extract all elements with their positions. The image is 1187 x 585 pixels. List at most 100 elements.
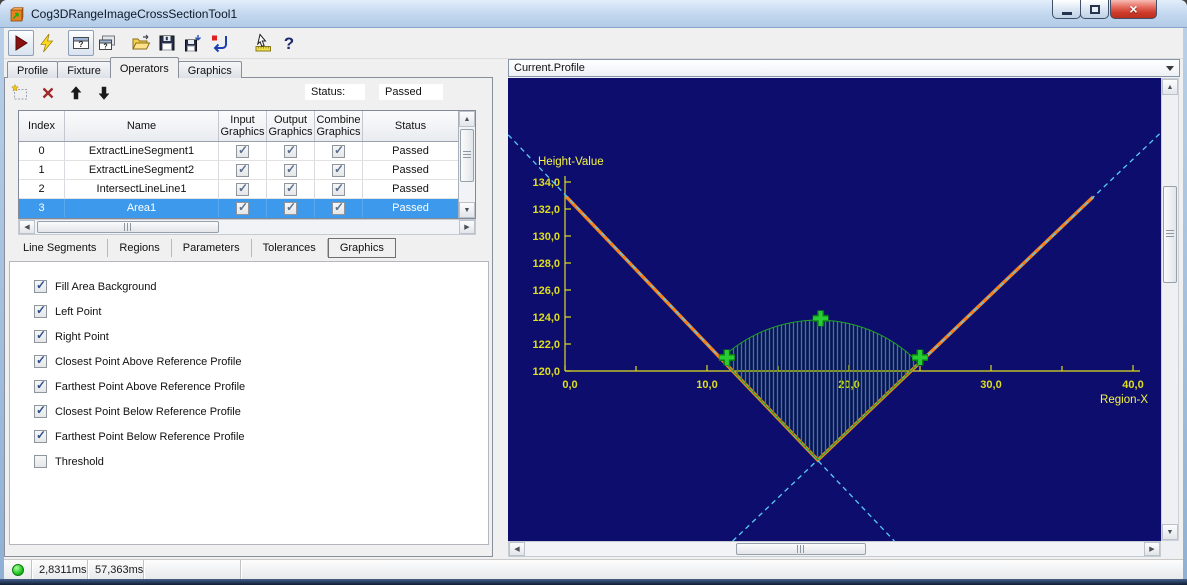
- help-button[interactable]: ?: [276, 30, 302, 56]
- subtab-graphics[interactable]: Graphics: [328, 238, 396, 258]
- checkbox[interactable]: [236, 202, 249, 215]
- tab-profile[interactable]: Profile: [7, 61, 58, 78]
- delete-operator-button[interactable]: [37, 83, 59, 103]
- reset-button[interactable]: [206, 30, 232, 56]
- checkbox[interactable]: [34, 380, 47, 393]
- svg-text:Height-Value: Height-Value: [538, 156, 604, 168]
- timing-1: 2,8311ms: [32, 560, 88, 579]
- scrollbar-thumb[interactable]: [460, 129, 474, 182]
- checkbox[interactable]: [34, 330, 47, 343]
- move-down-button[interactable]: [93, 83, 115, 103]
- minimize-button[interactable]: [1052, 0, 1081, 19]
- scrollbar-thumb[interactable]: [37, 221, 219, 233]
- save-button[interactable]: [154, 30, 180, 56]
- checkbox[interactable]: [34, 280, 47, 293]
- delete-operator-icon: [39, 84, 57, 102]
- chart-vertical-scrollbar[interactable]: ▲ ▼: [1161, 78, 1179, 541]
- cell-status: Passed: [363, 199, 458, 217]
- table-row[interactable]: 3Area1Passed: [19, 199, 458, 218]
- scroll-left-icon[interactable]: ◀: [19, 220, 35, 234]
- checkbox[interactable]: [34, 405, 47, 418]
- scroll-up-icon[interactable]: ▲: [459, 111, 475, 127]
- display-source-combo[interactable]: Current.Profile: [508, 59, 1180, 77]
- app-window: Cog3DRangeImageCrossSectionTool1 × ?: [0, 0, 1187, 585]
- checkbox[interactable]: [332, 164, 345, 177]
- cell-name: ExtractLineSegment1: [65, 142, 219, 160]
- checkbox[interactable]: [236, 164, 249, 177]
- status-bar: 2,8311ms 57,363ms: [4, 559, 1183, 579]
- checkbox[interactable]: [34, 455, 47, 468]
- tab-graphics[interactable]: Graphics: [178, 61, 242, 78]
- checkbox[interactable]: [284, 164, 297, 177]
- tab-operators[interactable]: Operators: [110, 57, 179, 78]
- column-header[interactable]: Input Graphics: [219, 111, 267, 141]
- show-results-button[interactable]: ?: [68, 30, 94, 56]
- checkbox[interactable]: [332, 183, 345, 196]
- scroll-down-icon[interactable]: ▼: [459, 202, 475, 218]
- float-results-button[interactable]: ?: [94, 30, 120, 56]
- checkbox[interactable]: [34, 430, 47, 443]
- checkbox[interactable]: [236, 183, 249, 196]
- save-as-button[interactable]: [180, 30, 206, 56]
- svg-text:122,0: 122,0: [532, 339, 560, 351]
- close-button[interactable]: ×: [1110, 0, 1157, 19]
- maximize-button[interactable]: [1080, 0, 1109, 19]
- svg-text:30,0: 30,0: [980, 379, 1001, 391]
- scroll-right-icon[interactable]: ▶: [459, 220, 475, 234]
- chevron-down-icon: [1166, 66, 1174, 75]
- column-header[interactable]: Index: [19, 111, 65, 141]
- checkbox[interactable]: [332, 202, 345, 215]
- scrollbar-corner: [1161, 541, 1179, 557]
- run-button[interactable]: [8, 30, 34, 56]
- checkbox[interactable]: [284, 202, 297, 215]
- chart-horizontal-scrollbar[interactable]: ◀ ▶: [508, 541, 1161, 557]
- status-cell-empty: [241, 560, 1183, 579]
- table-horizontal-scrollbar[interactable]: ◀ ▶: [18, 219, 476, 235]
- combo-dropdown-button[interactable]: [1163, 62, 1177, 74]
- subtab-tolerances[interactable]: Tolerances: [252, 239, 328, 257]
- column-header[interactable]: Output Graphics: [267, 111, 315, 141]
- graphics-options-panel: Fill Area BackgroundLeft PointRight Poin…: [9, 261, 489, 545]
- status-cell-empty: [144, 560, 241, 579]
- new-operator-button[interactable]: [9, 83, 31, 103]
- tab-fixture[interactable]: Fixture: [57, 61, 111, 78]
- table-row[interactable]: 2IntersectLineLine1Passed: [19, 180, 458, 199]
- thumb-grip: [797, 545, 806, 553]
- lightning-icon: [37, 33, 57, 53]
- float-window-icon: ?: [97, 33, 117, 53]
- subtab-parameters[interactable]: Parameters: [172, 239, 252, 257]
- table-vertical-scrollbar[interactable]: ▲ ▼: [458, 111, 475, 218]
- svg-text:?: ?: [79, 40, 84, 49]
- checkbox[interactable]: [332, 145, 345, 158]
- table-row[interactable]: 0ExtractLineSegment1Passed: [19, 142, 458, 161]
- scroll-down-icon[interactable]: ▼: [1162, 524, 1178, 540]
- move-up-button[interactable]: [65, 83, 87, 103]
- scroll-up-icon[interactable]: ▲: [1162, 79, 1178, 95]
- profile-chart-svg: 134,0132,0130,0128,0126,0124,0122,0120,0…: [508, 78, 1161, 541]
- open-button[interactable]: [128, 30, 154, 56]
- cell-status: Passed: [363, 142, 458, 160]
- checkbox[interactable]: [34, 355, 47, 368]
- option-label: Closest Point Above Reference Profile: [55, 356, 242, 368]
- profile-chart[interactable]: 134,0132,0130,0128,0126,0124,0122,0120,0…: [508, 78, 1161, 541]
- scroll-left-icon[interactable]: ◀: [509, 542, 525, 556]
- title-bar[interactable]: Cog3DRangeImageCrossSectionTool1 ×: [0, 0, 1187, 28]
- operators-page: Status: Passed IndexNameInput GraphicsOu…: [4, 77, 493, 557]
- live-run-button[interactable]: [34, 30, 60, 56]
- column-header[interactable]: Combine Graphics: [315, 111, 363, 141]
- table-row[interactable]: 1ExtractLineSegment2Passed: [19, 161, 458, 180]
- graphics-option: Farthest Point Below Reference Profile: [10, 424, 488, 449]
- checkbox[interactable]: [34, 305, 47, 318]
- checkbox[interactable]: [284, 145, 297, 158]
- scroll-right-icon[interactable]: ▶: [1144, 542, 1160, 556]
- scrollbar-thumb[interactable]: [736, 543, 866, 555]
- column-header[interactable]: Name: [65, 111, 219, 141]
- checkbox[interactable]: [236, 145, 249, 158]
- checkbox[interactable]: [284, 183, 297, 196]
- subtab-regions[interactable]: Regions: [108, 239, 171, 257]
- cell-checkbox: [219, 199, 267, 217]
- column-header[interactable]: Status: [363, 111, 458, 141]
- subtab-line-segments[interactable]: Line Segments: [12, 239, 108, 257]
- electrode-button[interactable]: [250, 30, 276, 56]
- scrollbar-thumb[interactable]: [1163, 186, 1177, 283]
